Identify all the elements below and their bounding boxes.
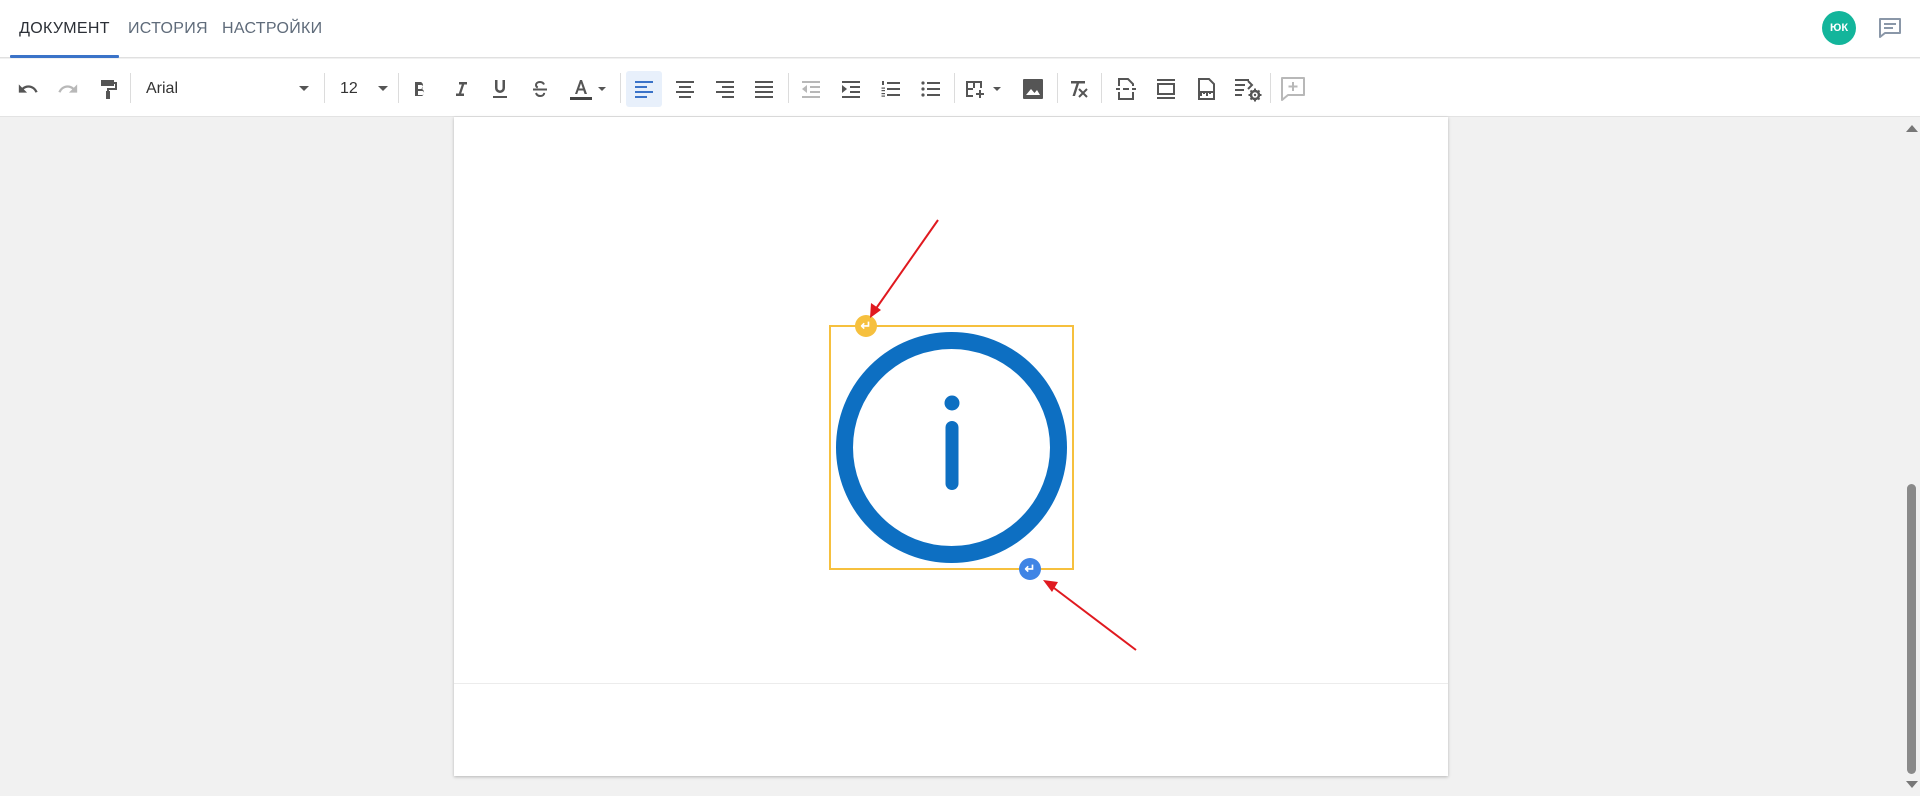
comments-icon[interactable] (1877, 16, 1903, 40)
document-page[interactable]: ↵ ↵ (454, 117, 1448, 776)
user-avatar[interactable]: ЮК (1822, 11, 1856, 45)
tab-document[interactable]: ДОКУМЕНТ (10, 0, 119, 58)
tab-history[interactable]: ИСТОРИЯ (128, 0, 208, 58)
underline-icon[interactable] (486, 75, 514, 103)
redo-icon[interactable] (54, 75, 82, 103)
toolbar-separator (788, 73, 789, 103)
format-painter-icon[interactable] (94, 75, 122, 103)
chevron-down-icon (378, 86, 388, 91)
italic-icon[interactable] (447, 75, 475, 103)
toolbar-separator (954, 73, 955, 103)
outdent-icon[interactable] (797, 75, 825, 103)
bulleted-list-icon[interactable] (917, 75, 945, 103)
header-footer-icon[interactable] (1152, 75, 1180, 103)
font-size-value: 12 (340, 80, 358, 97)
table-icon[interactable] (963, 75, 1003, 103)
align-justify-icon[interactable] (750, 75, 778, 103)
scroll-up-icon[interactable] (1906, 125, 1918, 132)
toolbar-separator (324, 73, 325, 103)
strikethrough-icon[interactable] (526, 75, 554, 103)
font-size-select[interactable]: 12 (334, 74, 390, 104)
page-settings-icon[interactable] (1232, 75, 1266, 103)
toolbar-separator (1270, 73, 1271, 103)
top-tab-bar: ДОКУМЕНТ ИСТОРИЯ НАСТРОЙКИ ЮК (0, 0, 1920, 58)
tab-settings[interactable]: НАСТРОЙКИ (222, 0, 322, 58)
page-margins-icon[interactable] (1192, 75, 1220, 103)
bold-icon[interactable] (406, 75, 434, 103)
image-start-handle[interactable]: ↵ (855, 315, 877, 337)
page-break-icon[interactable] (1112, 75, 1140, 103)
toolbar-separator (1057, 73, 1058, 103)
page-footer-divider (454, 683, 1448, 684)
info-icon[interactable] (831, 327, 1072, 568)
align-left-icon[interactable] (626, 71, 662, 107)
toolbar-separator (1101, 73, 1102, 103)
align-center-icon[interactable] (671, 75, 699, 103)
image-icon[interactable] (1019, 75, 1047, 103)
add-comment-icon[interactable] (1279, 75, 1307, 103)
text-color-icon[interactable] (566, 75, 610, 103)
align-right-icon[interactable] (711, 75, 739, 103)
image-selection-frame[interactable] (829, 325, 1074, 570)
toolbar-separator (620, 73, 621, 103)
indent-icon[interactable] (837, 75, 865, 103)
undo-icon[interactable] (14, 75, 42, 103)
toolbar-separator (398, 73, 399, 103)
clear-format-icon[interactable] (1065, 75, 1093, 103)
chevron-down-icon (299, 86, 309, 91)
image-end-handle[interactable]: ↵ (1019, 558, 1041, 580)
font-family-value: Arial (146, 80, 179, 97)
formatting-toolbar: Arial 12 (0, 59, 1920, 117)
scrollbar-thumb[interactable] (1907, 484, 1916, 774)
vertical-scrollbar[interactable] (1902, 117, 1920, 796)
numbered-list-icon[interactable] (877, 75, 905, 103)
scroll-down-icon[interactable] (1906, 781, 1918, 788)
toolbar-separator (130, 73, 131, 103)
font-family-select[interactable]: Arial (140, 74, 315, 104)
